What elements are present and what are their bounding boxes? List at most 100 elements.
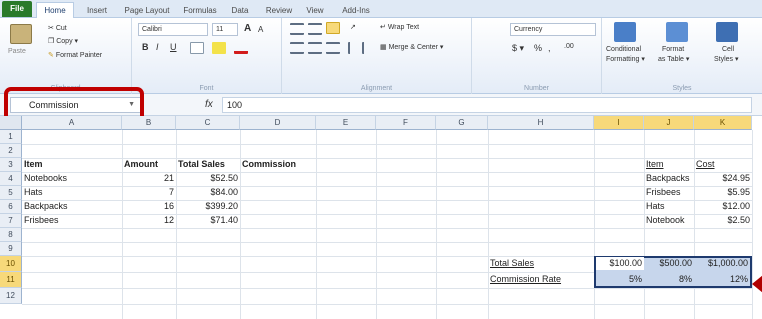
format-as-table-sub[interactable]: as Table ▾ (658, 55, 689, 63)
decimal-button[interactable]: .00 (564, 43, 574, 50)
price-list-cost[interactable]: $12.00 (694, 200, 752, 213)
total-sales-tier[interactable]: $100.00 (596, 257, 644, 270)
align-center-icon[interactable] (308, 42, 322, 54)
formula-input[interactable]: 100 (222, 97, 752, 113)
table-row-amount[interactable]: 16 (122, 200, 176, 213)
row-header-11[interactable]: 11 (0, 272, 22, 288)
copy-button[interactable]: ❐ Copy ▾ (48, 37, 78, 45)
percent-style-button[interactable]: % (534, 43, 542, 53)
tab-view[interactable]: View (300, 3, 330, 18)
font-color-icon[interactable] (234, 42, 248, 54)
wrap-text-button[interactable]: ↵ Wrap Text (380, 23, 419, 31)
price-list-item-header[interactable]: Item (644, 158, 694, 171)
tab-data[interactable]: Data (225, 3, 255, 18)
align-right-icon[interactable] (326, 42, 340, 54)
table-row-amount[interactable]: 12 (122, 214, 176, 227)
bold-button[interactable]: B (142, 42, 149, 52)
worksheet-grid[interactable]: A B C D E F G H I J K 1 2 3 4 5 6 7 8 9 … (0, 116, 762, 319)
commission-rate-label[interactable]: Commission Rate (488, 273, 594, 286)
table-row-item[interactable]: Backpacks (22, 200, 122, 213)
middle-align-icon[interactable] (308, 23, 322, 35)
header-commission[interactable]: Commission (240, 158, 316, 171)
price-list-item[interactable]: Backpacks (644, 172, 694, 185)
borders-icon[interactable] (190, 42, 204, 54)
orientation-icon[interactable]: ↗ (350, 23, 356, 31)
row-header-4[interactable]: 4 (0, 172, 22, 186)
header-total-sales[interactable]: Total Sales (176, 158, 240, 171)
tab-file[interactable]: File (2, 1, 32, 17)
format-painter-button[interactable]: ✎ Format Painter (48, 51, 102, 59)
table-row-amount[interactable]: 7 (122, 186, 176, 199)
price-list-item[interactable]: Hats (644, 200, 694, 213)
column-header-i[interactable]: I (594, 116, 644, 130)
tab-insert[interactable]: Insert (80, 3, 114, 18)
total-sales-tier[interactable]: $500.00 (644, 257, 694, 270)
row-header-2[interactable]: 2 (0, 144, 22, 158)
cell-styles-icon[interactable] (716, 22, 738, 42)
column-header-h[interactable]: H (488, 116, 594, 130)
tab-add-ins[interactable]: Add-Ins (336, 3, 376, 18)
cell-styles-sub[interactable]: Styles ▾ (714, 55, 739, 63)
row-header-3[interactable]: 3 (0, 158, 22, 172)
select-all-corner[interactable] (0, 116, 22, 130)
format-as-table-icon[interactable] (666, 22, 688, 42)
table-row-total[interactable]: $71.40 (176, 214, 240, 227)
tab-home[interactable]: Home (36, 2, 74, 18)
price-list-item[interactable]: Notebook (644, 214, 694, 227)
grow-font-button[interactable]: A (244, 23, 251, 34)
column-header-g[interactable]: G (436, 116, 488, 130)
column-header-k[interactable]: K (694, 116, 752, 130)
italic-button[interactable]: I (156, 42, 159, 52)
font-name-select[interactable]: Calibri (138, 23, 208, 36)
shrink-font-button[interactable]: A (258, 25, 263, 34)
accounting-format-button[interactable]: $ ▾ (512, 43, 524, 54)
tab-formulas[interactable]: Formulas (178, 3, 222, 18)
tab-page-layout[interactable]: Page Layout (120, 3, 174, 18)
conditional-formatting-sub[interactable]: Formatting ▾ (606, 55, 645, 63)
price-list-cost[interactable]: $5.95 (694, 186, 752, 199)
column-header-a[interactable]: A (22, 116, 122, 130)
header-item[interactable]: Item (22, 158, 122, 171)
table-row-item[interactable]: Frisbees (22, 214, 122, 227)
table-row-amount[interactable]: 21 (122, 172, 176, 185)
font-size-select[interactable]: 11 (212, 23, 238, 36)
insert-function-icon[interactable]: fx (205, 99, 213, 110)
paste-icon[interactable] (10, 24, 32, 44)
increase-indent-icon[interactable] (362, 42, 376, 54)
top-align-icon[interactable] (290, 23, 304, 35)
align-left-icon[interactable] (290, 42, 304, 54)
commission-rate-tier[interactable]: 8% (644, 273, 694, 286)
row-header-1[interactable]: 1 (0, 130, 22, 144)
comma-style-button[interactable]: , (548, 43, 551, 53)
price-list-cost[interactable]: $24.95 (694, 172, 752, 185)
bottom-align-icon[interactable] (326, 22, 340, 34)
header-amount[interactable]: Amount (122, 158, 176, 171)
paste-button[interactable]: Paste (8, 48, 26, 55)
row-header-5[interactable]: 5 (0, 186, 22, 200)
total-sales-tier[interactable]: $1,000.00 (694, 257, 750, 270)
column-header-f[interactable]: F (376, 116, 436, 130)
row-header-10[interactable]: 10 (0, 256, 22, 272)
cut-button[interactable]: ✂ Cut (48, 24, 67, 32)
table-row-total[interactable]: $52.50 (176, 172, 240, 185)
row-header-9[interactable]: 9 (0, 242, 22, 256)
cell-styles-button[interactable]: Cell (722, 46, 734, 53)
table-row-item[interactable]: Notebooks (22, 172, 122, 185)
price-list-cost-header[interactable]: Cost (694, 158, 752, 171)
merge-center-button[interactable]: ▦ Merge & Center ▾ (380, 43, 443, 51)
row-header-8[interactable]: 8 (0, 228, 22, 242)
table-row-item[interactable]: Hats (22, 186, 122, 199)
column-header-d[interactable]: D (240, 116, 316, 130)
row-header-7[interactable]: 7 (0, 214, 22, 228)
row-header-12[interactable]: 12 (0, 288, 22, 304)
format-as-table-button[interactable]: Format (662, 46, 684, 53)
commission-rate-tier[interactable]: 12% (694, 273, 750, 286)
table-row-total[interactable]: $399.20 (176, 200, 240, 213)
total-sales-label[interactable]: Total Sales (488, 257, 594, 270)
underline-button[interactable]: U (170, 42, 177, 52)
price-list-item[interactable]: Frisbees (644, 186, 694, 199)
number-format-select[interactable]: Currency (510, 23, 596, 36)
column-header-c[interactable]: C (176, 116, 240, 130)
column-header-j[interactable]: J (644, 116, 694, 130)
fill-color-icon[interactable] (212, 42, 226, 54)
